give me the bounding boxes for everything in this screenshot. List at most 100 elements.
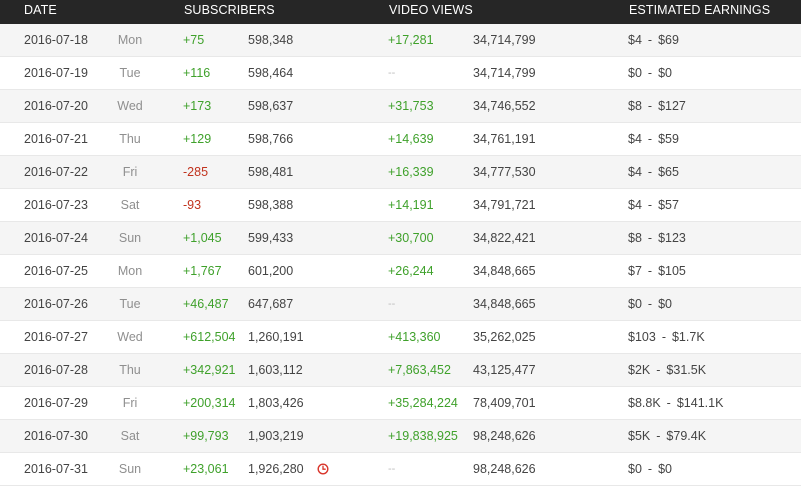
table-row: 2016-07-25 Mon +1,767 601,200 +26,244 34,848,…	[0, 255, 801, 288]
earnings-separator: -	[647, 33, 653, 47]
row-estimated-earnings: $5K - $79.4K	[628, 420, 706, 452]
table-row: 2016-07-26 Tue +46,487 647,687 -- 34,848,665 $…	[0, 288, 801, 321]
row-date: 2016-07-30	[24, 429, 88, 443]
earnings-low: $0	[628, 462, 642, 476]
row-subscriber-total: 601,200	[248, 264, 294, 278]
row-estimated-earnings: $4- $65	[628, 156, 679, 188]
row-view-total: 34,746,552	[473, 99, 536, 113]
row-view-change: +7,863,452	[388, 363, 451, 377]
row-estimated-earnings: $4- $59	[628, 123, 679, 155]
row-subscriber-change: +342,921	[183, 363, 236, 377]
row-day: Tue	[119, 297, 141, 311]
earnings-separator: -	[647, 462, 653, 476]
row-date: 2016-07-25	[24, 264, 88, 278]
earnings-separator: -	[647, 165, 653, 179]
header-estimated-earnings: ESTIMATED EARNINGS	[629, 3, 771, 17]
row-date: 2016-07-19	[24, 66, 88, 80]
row-date: 2016-07-29	[24, 396, 88, 410]
row-subscriber-change: -285	[183, 165, 209, 179]
row-view-change: +16,339	[388, 165, 434, 179]
earnings-high: $1.7K	[671, 330, 705, 344]
row-day: Tue	[119, 66, 141, 80]
row-subscriber-total: 1,603,112	[248, 363, 303, 377]
earnings-separator: -	[656, 429, 661, 443]
row-estimated-earnings: $0- $0	[628, 57, 672, 89]
row-subscriber-total: 599,433	[248, 231, 294, 245]
earnings-high: $57	[658, 198, 679, 212]
row-subscriber-total: 598,348	[248, 33, 294, 47]
earnings-low: $0	[628, 66, 642, 80]
row-date: 2016-07-24	[24, 231, 88, 245]
earnings-low: $4	[628, 165, 642, 179]
table-header: DATE SUBSCRIBERS VIDEO VIEWS ESTIMATED E…	[0, 0, 801, 24]
row-date: 2016-07-27	[24, 330, 88, 344]
table-row: 2016-07-19 Tue +116 598,464 -- 34,714,799 $0- $…	[0, 57, 801, 90]
row-view-change: +30,700	[388, 231, 434, 245]
row-day: Sat	[120, 429, 140, 443]
row-date: 2016-07-26	[24, 297, 88, 311]
header-video-views: VIDEO VIEWS	[389, 3, 473, 17]
row-view-total: 34,714,799	[473, 33, 536, 47]
earnings-high: $0	[658, 297, 672, 311]
row-view-change: --	[388, 67, 396, 79]
earnings-separator: -	[647, 198, 653, 212]
earnings-high: $127	[658, 99, 686, 113]
clock-icon[interactable]	[317, 463, 329, 475]
row-subscriber-total: 598,766	[248, 132, 294, 146]
earnings-high: $69	[658, 33, 679, 47]
row-date: 2016-07-18	[24, 33, 88, 47]
row-day: Fri	[122, 396, 138, 410]
row-date: 2016-07-23	[24, 198, 88, 212]
row-subscriber-change: +612,504	[183, 330, 236, 344]
earnings-high: $79.4K	[666, 429, 707, 443]
earnings-low: $2K	[628, 363, 651, 377]
row-estimated-earnings: $8- $127	[628, 90, 686, 122]
earnings-high: $0	[658, 66, 672, 80]
row-view-change: --	[388, 298, 396, 310]
earnings-low: $5K	[628, 429, 651, 443]
table-row: 2016-07-20 Wed +173 598,637 +31,753 34,746,55…	[0, 90, 801, 123]
row-subscriber-total: 598,388	[248, 198, 294, 212]
row-subscriber-change: +46,487	[183, 297, 229, 311]
table-row: 2016-07-21 Thu +129 598,766 +14,639 34,761,19…	[0, 123, 801, 156]
row-view-total: 34,714,799	[473, 66, 536, 80]
earnings-separator: -	[666, 396, 671, 410]
earnings-high: $59	[658, 132, 679, 146]
row-subscriber-total: 1,803,426	[248, 396, 304, 410]
table-row: 2016-07-22 Fri -285 598,481 +16,339 34,777,53…	[0, 156, 801, 189]
earnings-low: $4	[628, 132, 642, 146]
row-subscriber-change: +116	[183, 66, 211, 80]
row-view-total: 34,791,721	[473, 198, 536, 212]
row-estimated-earnings: $7- $105	[628, 255, 686, 287]
stats-table-body: 2016-07-18 Mon +75 598,348 +17,281 34,714,799…	[0, 24, 801, 486]
table-row: 2016-07-28 Thu +342,921 1,603,112 +7,863,452…	[0, 354, 801, 387]
earnings-high: $31.5K	[666, 363, 707, 377]
row-date: 2016-07-20	[24, 99, 88, 113]
row-day: Mon	[117, 264, 143, 278]
row-date: 2016-07-31	[24, 462, 88, 476]
row-subscriber-total: 1,926,280	[248, 462, 304, 476]
earnings-low: $8	[628, 231, 642, 245]
row-view-total: 43,125,477	[473, 363, 536, 377]
row-view-change: +26,244	[388, 264, 434, 278]
header-date: DATE	[24, 3, 57, 17]
row-subscriber-change: +1,045	[183, 231, 222, 245]
row-subscriber-total: 647,687	[248, 297, 294, 311]
table-row: 2016-07-31 Sun +23,061 1,926,280 -- 98,248,62…	[0, 453, 801, 486]
row-day: Sun	[118, 231, 142, 245]
row-date: 2016-07-21	[24, 132, 88, 146]
row-estimated-earnings: $8.8K - $141.1K	[628, 387, 723, 419]
row-subscriber-change: +75	[183, 33, 205, 47]
row-view-change: +14,191	[388, 198, 434, 212]
row-view-total: 78,409,701	[473, 396, 536, 410]
earnings-separator: -	[647, 264, 653, 278]
earnings-high: $105	[658, 264, 686, 278]
row-view-total: 98,248,626	[473, 462, 536, 476]
row-view-total: 34,777,530	[473, 165, 536, 179]
row-day: Fri	[122, 165, 138, 179]
row-subscriber-total: 598,637	[248, 99, 294, 113]
earnings-low: $103	[628, 330, 656, 344]
earnings-separator: -	[647, 99, 653, 113]
row-subscriber-total: 598,464	[248, 66, 294, 80]
earnings-low: $4	[628, 33, 642, 47]
